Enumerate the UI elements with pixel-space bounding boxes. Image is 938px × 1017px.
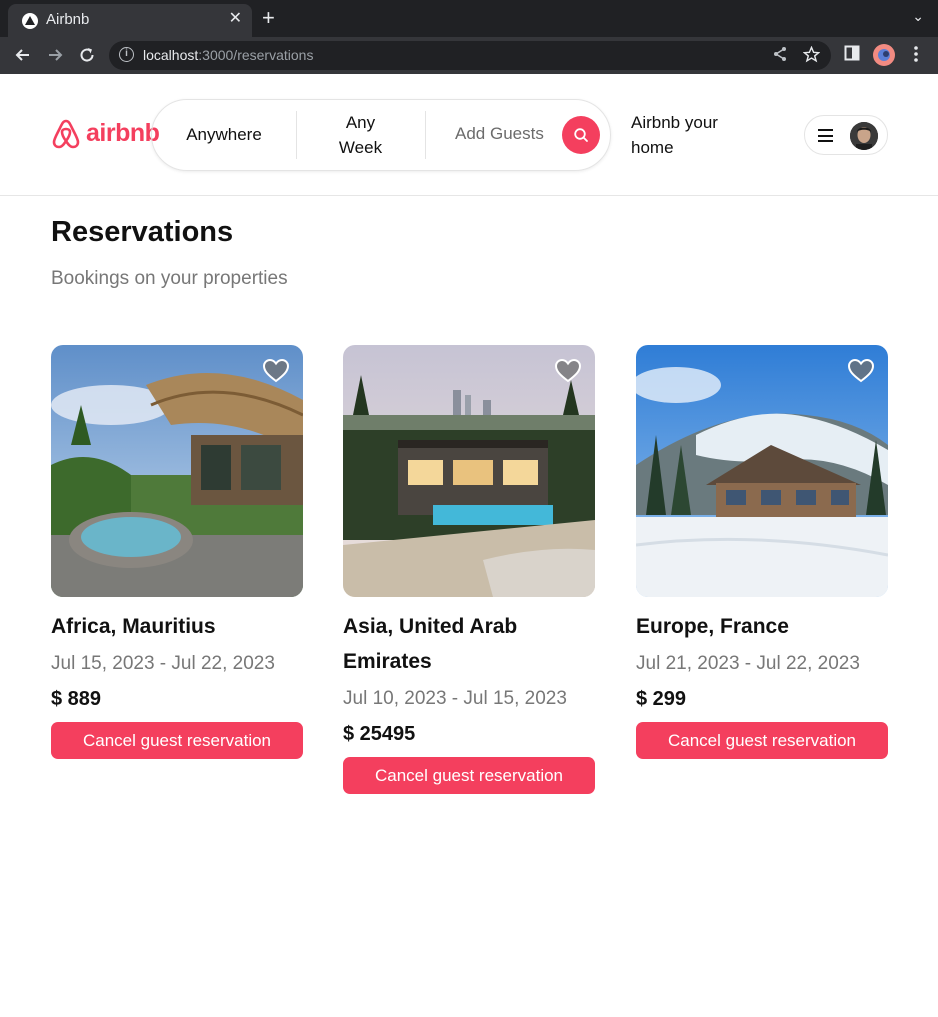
site-navbar: airbnb Anywhere Any Week Add Guests Airb… [0,74,938,196]
search-anywhere[interactable]: Anywhere [152,100,296,170]
reservation-price: $ 299 [636,688,687,710]
star-icon[interactable] [802,45,821,67]
page-title: Reservations [51,216,234,248]
tab-close-icon[interactable]: ✕ [229,9,242,29]
browser-toolbar: i localhost:3000/reservations [0,37,938,74]
reservation-card[interactable]: Africa, Mauritius Jul 15, 2023 - Jul 22,… [51,345,304,759]
reservation-card[interactable]: Europe, France Jul 21, 2023 - Jul 22, 20… [636,345,889,759]
any-week-label: Any Week [338,113,383,157]
back-arrow-icon[interactable] [13,45,33,65]
airbnb-logo[interactable]: airbnb [51,117,160,149]
reload-icon[interactable] [77,45,97,65]
reservation-location: Africa, Mauritius [51,615,216,638]
new-tab-button[interactable]: + [262,6,275,30]
listing-image[interactable] [343,345,595,597]
listing-image[interactable] [51,345,303,597]
search-any-week[interactable]: Any Week [296,100,425,170]
search-divider [425,111,426,159]
search-bar[interactable]: Anywhere Any Week Add Guests [151,99,611,171]
share-icon[interactable] [772,46,788,66]
info-icon[interactable]: i [119,47,134,62]
reservation-location: Asia, United Arab Emirates [343,615,518,673]
side-panel-icon[interactable] [844,45,860,65]
reservation-dates: Jul 10, 2023 - Jul 15, 2023 [343,688,567,709]
airbnb-logo-icon [52,119,80,149]
search-button[interactable] [562,116,600,154]
url-text[interactable]: localhost:3000/reservations [143,47,313,63]
profile-icon[interactable] [873,44,895,66]
reservation-dates: Jul 15, 2023 - Jul 22, 2023 [51,653,275,674]
search-icon [574,128,588,142]
reservation-price: $ 25495 [343,723,416,745]
address-bar[interactable]: i localhost:3000/reservations [109,41,831,70]
reservation-dates: Jul 21, 2023 - Jul 22, 2023 [636,653,860,674]
favicon-icon [22,13,38,29]
cancel-reservation-button[interactable]: Cancel guest reservation [636,722,888,759]
user-menu-button[interactable] [804,115,888,155]
cancel-reservation-button[interactable]: Cancel guest reservation [343,757,595,794]
search-add-guests[interactable]: Add Guests [455,124,544,144]
forward-arrow-icon[interactable] [45,45,65,65]
page-subtitle: Bookings on your properties [51,268,288,289]
browser-tabstrip: Airbnb ✕ + ⌄ [0,0,938,37]
heart-icon[interactable] [848,359,874,383]
tab-title: Airbnb [46,11,90,28]
heart-icon[interactable] [263,359,289,383]
kebab-menu-icon[interactable] [911,45,921,67]
tab-search-icon[interactable]: ⌄ [912,8,924,25]
avatar [850,122,878,150]
cancel-reservation-button[interactable]: Cancel guest reservation [51,722,303,759]
browser-tab[interactable]: Airbnb ✕ [8,4,252,37]
listing-image[interactable] [636,345,888,597]
reservation-price: $ 889 [51,688,102,710]
reservation-card[interactable]: Asia, United Arab Emirates Jul 10, 2023 … [343,345,596,794]
logo-text: airbnb [86,118,160,147]
heart-icon[interactable] [555,359,581,383]
airbnb-your-home-link[interactable]: Airbnb your home [631,110,761,160]
hamburger-icon [818,129,833,142]
reservation-location: Europe, France [636,615,789,638]
